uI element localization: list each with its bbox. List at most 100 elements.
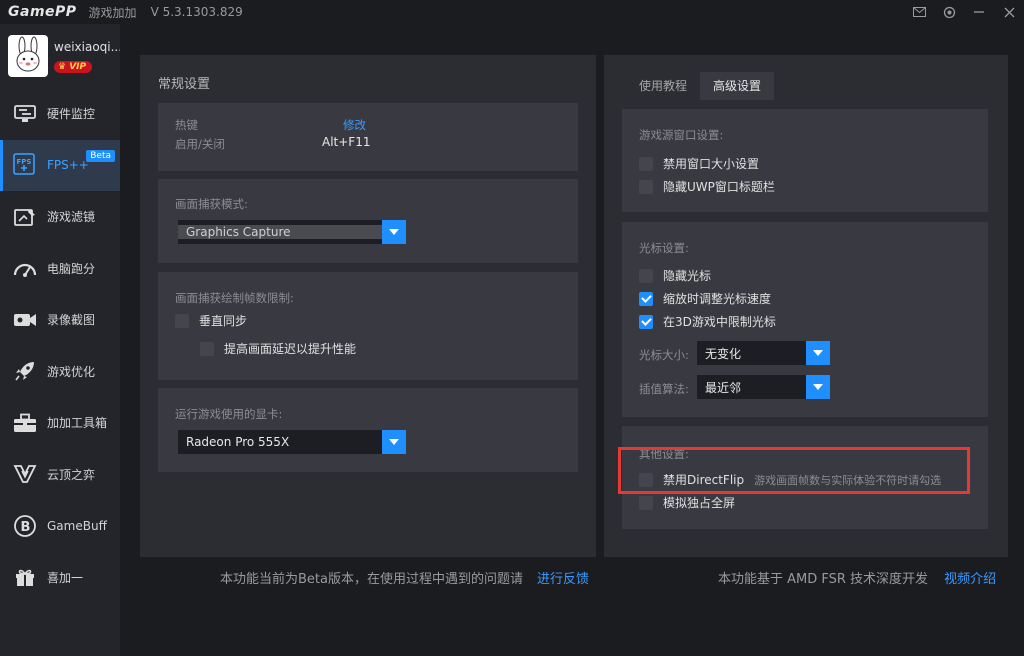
limit-cursor-3d-checkbox[interactable] <box>639 314 653 329</box>
exclusive-fullscreen-row[interactable]: 模拟独占全屏 <box>639 494 735 511</box>
sidebar: weixiaoqi... ♛ VIP 硬件监控 FPS FPS++ Beta 游… <box>0 24 120 656</box>
disable-resize-row[interactable]: 禁用窗口大小设置 <box>639 155 759 172</box>
cursor-size-label: 光标大小: <box>639 348 689 362</box>
feedback-link[interactable]: 进行反馈 <box>537 572 589 587</box>
user-profile[interactable]: weixiaoqi... ♛ VIP <box>0 24 120 88</box>
cursor-section: 光标设置: 隐藏光标 缩放时调整光标速度 在3D游戏中限制光标 光标大小: 无变… <box>622 222 988 417</box>
hotkey-section: 热键 修改 启用/关闭 Alt+F11 <box>158 103 578 171</box>
minimize-icon[interactable] <box>964 0 994 24</box>
sidebar-item-label: 喜加一 <box>47 570 84 585</box>
camera-icon <box>12 307 38 333</box>
sidebar-item-label: 游戏滤镜 <box>47 210 96 225</box>
capture-mode-section: 画面捕获模式: Graphics Capture <box>158 179 578 263</box>
exclusive-fullscreen-checkbox[interactable] <box>639 495 653 510</box>
vip-badge-label: VIP <box>69 61 87 72</box>
sidebar-item-label: 云顶之弈 <box>47 467 96 482</box>
cursor-size-select[interactable]: 无变化 <box>697 341 830 365</box>
sidebar-item-label: 电脑跑分 <box>47 261 96 276</box>
video-intro-link[interactable]: 视频介绍 <box>944 572 996 587</box>
latency-boost-checkbox-row[interactable]: 提高画面延迟以提升性能 <box>200 340 356 357</box>
beta-notice-text: 本功能当前为Beta版本，在使用过程中遇到的问题请 <box>220 572 523 587</box>
gpu-value: Radeon Pro 555X <box>186 435 290 449</box>
general-settings-panel: 常规设置 热键 修改 启用/关闭 Alt+F11 画面捕获模式: Graphic… <box>140 55 596 557</box>
chevron-down-icon[interactable] <box>382 220 406 244</box>
source-window-section: 游戏源窗口设置: 禁用窗口大小设置 隐藏UWP窗口标题栏 <box>622 109 988 212</box>
sidebar-item-label: 硬件监控 <box>47 107 96 122</box>
hide-cursor-row[interactable]: 隐藏光标 <box>639 267 711 284</box>
sidebar-item-recording[interactable]: 录像截图 <box>0 294 120 346</box>
gamebuff-icon: B <box>12 513 38 539</box>
disable-resize-checkbox[interactable] <box>639 156 653 171</box>
sidebar-item-hardware-monitor[interactable]: 硬件监控 <box>0 88 120 140</box>
sidebar-item-gift[interactable]: 喜加一 <box>0 552 120 604</box>
tab-tutorial[interactable]: 使用教程 <box>626 72 700 100</box>
tft-icon <box>12 461 38 487</box>
highlight-box <box>618 447 970 494</box>
cursor-label: 光标设置: <box>639 241 689 255</box>
sidebar-item-label: GameBuff <box>47 518 107 533</box>
toolbox-icon <box>12 410 38 436</box>
app-name: 游戏加加 <box>88 5 137 20</box>
vip-badge: ♛ VIP <box>54 60 93 73</box>
cursor-speed-row[interactable]: 缩放时调整光标速度 <box>639 290 771 307</box>
username: weixiaoqi... <box>54 39 120 54</box>
sidebar-item-label: 录像截图 <box>47 313 96 328</box>
gpu-section: 运行游戏使用的显卡: Radeon Pro 555X <box>158 388 578 472</box>
footer-fsr: 本功能基于 AMD FSR 技术深度开发 视频介绍 <box>718 568 996 587</box>
app-version: V 5.3.1303.829 <box>150 5 243 19</box>
latency-boost-label: 提高画面延迟以提升性能 <box>224 342 357 356</box>
sidebar-item-fps[interactable]: FPS FPS++ Beta <box>0 139 120 191</box>
sidebar-item-game-filter[interactable]: 游戏滤镜 <box>0 191 120 243</box>
interpolation-select[interactable]: 最近邻 <box>697 375 830 399</box>
sidebar-item-benchmark[interactable]: 电脑跑分 <box>0 243 120 295</box>
cursor-speed-checkbox[interactable] <box>639 291 653 306</box>
rocket-icon <box>12 358 38 384</box>
avatar[interactable] <box>8 35 48 77</box>
latency-boost-checkbox[interactable] <box>200 341 214 356</box>
interpolation-value: 最近邻 <box>705 380 742 395</box>
vsync-checkbox-row[interactable]: 垂直同步 <box>175 312 247 329</box>
settings-tabs: 使用教程 高级设置 <box>626 72 775 100</box>
hide-cursor-checkbox[interactable] <box>639 268 653 283</box>
fsr-notice-text: 本功能基于 AMD FSR 技术深度开发 <box>718 572 929 587</box>
footer-feedback: 本功能当前为Beta版本，在使用过程中遇到的问题请 进行反馈 <box>220 568 589 587</box>
gamepp-window: GamePP 游戏加加 V 5.3.1303.829 weixiaoqi... … <box>0 0 1024 656</box>
vsync-label: 垂直同步 <box>199 314 248 328</box>
exclusive-fullscreen-label: 模拟独占全屏 <box>663 496 736 510</box>
capture-mode-value: Graphics Capture <box>178 225 382 239</box>
gift-icon <box>12 564 38 590</box>
sidebar-item-tft[interactable]: 云顶之弈 <box>0 449 120 501</box>
tab-advanced[interactable]: 高级设置 <box>700 72 775 100</box>
gpu-label: 运行游戏使用的显卡: <box>175 407 283 421</box>
sidebar-item-label: FPS++ <box>47 158 89 173</box>
limit-cursor-3d-row[interactable]: 在3D游戏中限制光标 <box>639 313 776 330</box>
sidebar-item-toolbox[interactable]: 加加工具箱 <box>0 397 120 449</box>
capture-mode-select[interactable]: Graphics Capture <box>178 220 406 244</box>
svg-text:FPS: FPS <box>17 158 32 166</box>
fps-icon: FPS <box>12 152 38 178</box>
hide-uwp-titlebar-row[interactable]: 隐藏UWP窗口标题栏 <box>639 178 775 195</box>
capture-mode-label: 画面捕获模式: <box>175 197 248 211</box>
hide-uwp-titlebar-checkbox[interactable] <box>639 179 653 194</box>
settings-icon[interactable] <box>934 0 964 24</box>
vsync-checkbox[interactable] <box>175 313 189 328</box>
frame-limit-section: 画面捕获绘制帧数限制: 垂直同步 提高画面延迟以提升性能 <box>158 272 578 380</box>
hardware-monitor-icon <box>12 101 38 127</box>
chevron-down-icon[interactable] <box>806 341 830 365</box>
sidebar-item-gamebuff[interactable]: B GameBuff <box>0 500 120 552</box>
gpu-select[interactable]: Radeon Pro 555X <box>178 430 406 454</box>
close-icon[interactable] <box>994 0 1024 24</box>
limit-cursor-3d-label: 在3D游戏中限制光标 <box>663 315 776 329</box>
filter-icon <box>12 204 38 230</box>
title-bar: GamePP 游戏加加 V 5.3.1303.829 <box>0 0 1024 24</box>
chevron-down-icon[interactable] <box>382 430 406 454</box>
source-window-label: 游戏源窗口设置: <box>639 128 724 142</box>
disable-resize-label: 禁用窗口大小设置 <box>663 157 760 171</box>
sidebar-item-game-optimize[interactable]: 游戏优化 <box>0 346 120 398</box>
interpolation-label: 插值算法: <box>639 382 689 396</box>
mail-icon[interactable] <box>904 0 934 24</box>
cursor-size-value: 无变化 <box>705 346 742 361</box>
hotkey-modify-link[interactable]: 修改 <box>343 117 366 133</box>
general-settings-title: 常规设置 <box>158 77 211 92</box>
chevron-down-icon[interactable] <box>806 375 830 399</box>
